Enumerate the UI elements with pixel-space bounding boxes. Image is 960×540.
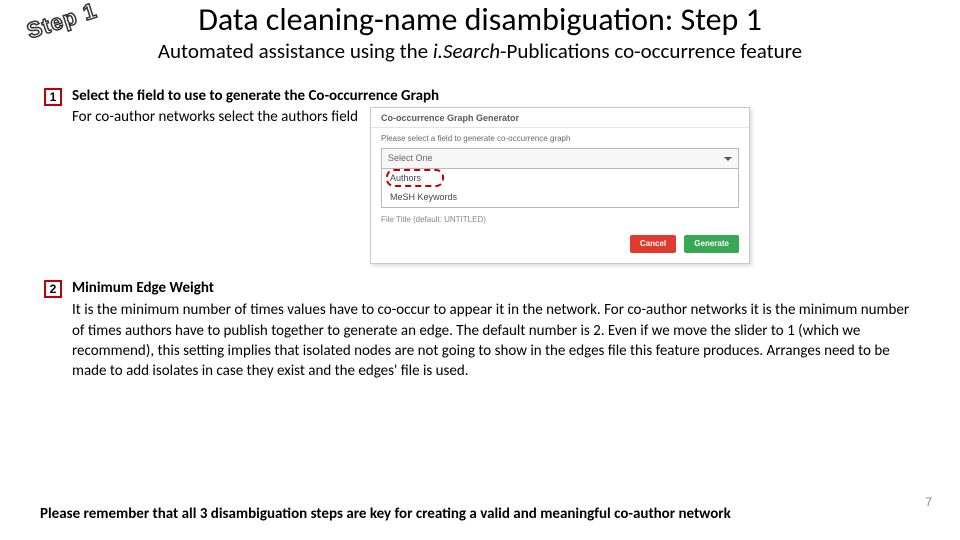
graph-generator-panel: Co-occurrence Graph Generator Please sel…	[370, 107, 750, 264]
page-title: Data cleaning-name disambiguation: Step …	[40, 0, 920, 37]
subtitle-pre: Automated assistance using the	[158, 38, 433, 64]
subtitle-emphasis: i.Search	[433, 38, 500, 64]
slide: Step 1 Data cleaning-name disambiguation…	[0, 0, 960, 540]
panel-actions: Cancel Generate	[381, 232, 739, 253]
cancel-button[interactable]: Cancel	[630, 235, 676, 253]
step-item-body: Select the field to use to generate the …	[72, 86, 920, 264]
step-item-text: It is the minimum number of times values…	[72, 300, 920, 381]
step-number-box: 1	[44, 88, 62, 106]
panel-prompt: Please select a field to generate co-occ…	[381, 134, 739, 144]
page-subtitle: Automated assistance using the i.Search-…	[40, 39, 920, 64]
step-item-line2: For co-author networks select the author…	[72, 107, 358, 127]
option-mesh-keywords[interactable]: MeSH Keywords	[382, 188, 738, 207]
step-item-body: Minimum Edge Weight It is the minimum nu…	[72, 278, 920, 383]
step-number-box: 2	[44, 280, 62, 298]
field-select[interactable]: Select One	[381, 148, 739, 169]
panel-title: Co-occurrence Graph Generator	[371, 108, 749, 128]
step-item-heading: Select the field to use to generate the …	[72, 87, 439, 105]
subtitle-post: -Publications co-occurrence feature	[500, 38, 802, 64]
page-number: 7	[925, 496, 932, 508]
field-select-dropdown: Authors MeSH Keywords	[381, 169, 739, 208]
generate-button[interactable]: Generate	[684, 235, 739, 253]
option-authors[interactable]: Authors	[382, 169, 738, 188]
file-title-label: File Title (default: UNTITLED)	[381, 216, 739, 224]
footnote: Please remember that all 3 disambiguatio…	[40, 505, 920, 525]
embedded-screenshot: Co-occurrence Graph Generator Please sel…	[370, 107, 750, 264]
step-item-1: 1 Select the field to use to generate th…	[40, 86, 920, 264]
step-item-heading: Minimum Edge Weight	[72, 278, 920, 298]
step-item-2: 2 Minimum Edge Weight It is the minimum …	[40, 278, 920, 383]
